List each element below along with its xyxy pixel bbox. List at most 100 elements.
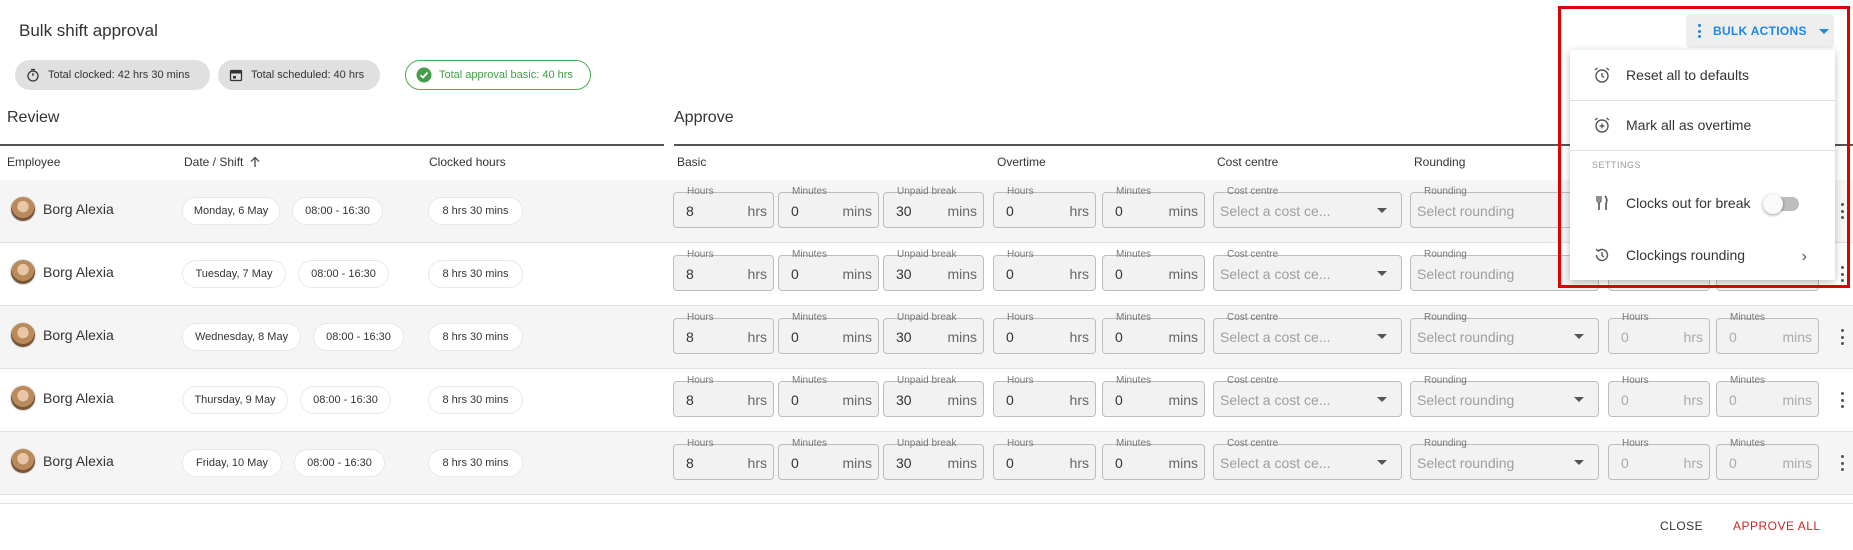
field-label: Minutes bbox=[792, 249, 828, 260]
row-more-icon[interactable] bbox=[1840, 329, 1844, 345]
field-unit: hrs bbox=[1069, 203, 1089, 219]
col-basic: Basic bbox=[677, 155, 707, 169]
field-label: Hours bbox=[687, 186, 714, 197]
field-value: 0 bbox=[791, 455, 799, 471]
field-label: Minutes bbox=[1730, 375, 1766, 386]
overtime-minutes-field[interactable]: Minutes 0 mins bbox=[1102, 375, 1205, 417]
field-unit: mins bbox=[1782, 455, 1812, 471]
rounding-minutes-field[interactable]: Minutes 0 mins bbox=[1716, 375, 1819, 417]
select-placeholder: Select a cost ce... bbox=[1220, 203, 1331, 219]
approve-all-button[interactable]: APPROVE ALL bbox=[1733, 519, 1821, 533]
cost-centre-select[interactable]: Cost centre Select a cost ce... bbox=[1213, 375, 1402, 417]
basic-minutes-field[interactable]: Minutes 0 mins bbox=[778, 249, 879, 291]
cost-centre-select[interactable]: Cost centre Select a cost ce... bbox=[1213, 186, 1402, 228]
overtime-minutes-field[interactable]: Minutes 0 mins bbox=[1102, 438, 1205, 480]
col-date-shift[interactable]: Date / Shift bbox=[184, 155, 261, 169]
alarm-add-icon bbox=[1592, 115, 1612, 135]
field-unit: mins bbox=[842, 329, 872, 345]
basic-hours-field[interactable]: Hours 8 hrs bbox=[673, 312, 774, 354]
overtime-minutes-field[interactable]: Minutes 0 mins bbox=[1102, 249, 1205, 291]
rounding-hours-field[interactable]: Hours 0 hrs bbox=[1608, 438, 1710, 480]
unpaid-break-field[interactable]: Unpaid break 30 mins bbox=[883, 312, 984, 354]
col-employee: Employee bbox=[7, 155, 61, 169]
field-label: Cost centre bbox=[1227, 438, 1279, 449]
clocks-out-toggle[interactable] bbox=[1763, 194, 1799, 214]
menu-item-clockings-rounding[interactable]: Clockings rounding › bbox=[1570, 230, 1835, 280]
bulk-actions-button[interactable]: BULK ACTIONS bbox=[1686, 14, 1834, 48]
basic-hours-field[interactable]: Hours 8 hrs bbox=[673, 249, 774, 291]
overtime-hours-field[interactable]: Hours 0 hrs bbox=[993, 312, 1096, 354]
rounding-select[interactable]: Rounding Select rounding bbox=[1410, 312, 1599, 354]
cost-centre-select[interactable]: Cost centre Select a cost ce... bbox=[1213, 249, 1402, 291]
field-label: Hours bbox=[1622, 312, 1649, 323]
menu-item-clocks-out-label: Clocks out for break bbox=[1626, 195, 1751, 211]
close-button[interactable]: CLOSE bbox=[1660, 519, 1703, 533]
field-value: 0 bbox=[1729, 329, 1737, 345]
date-pill: Thursday, 9 May bbox=[182, 386, 288, 414]
field-unit: mins bbox=[1168, 329, 1198, 345]
row-more-icon[interactable] bbox=[1840, 266, 1844, 282]
field-value: 0 bbox=[1621, 392, 1629, 408]
field-value: 0 bbox=[1006, 392, 1014, 408]
field-value: 0 bbox=[1729, 455, 1737, 471]
basic-hours-field[interactable]: Hours 8 hrs bbox=[673, 438, 774, 480]
field-unit: mins bbox=[842, 455, 872, 471]
field-label: Minutes bbox=[1730, 312, 1766, 323]
rounding-minutes-field[interactable]: Minutes 0 mins bbox=[1716, 312, 1819, 354]
rounding-hours-field[interactable]: Hours 0 hrs bbox=[1608, 375, 1710, 417]
restaurant-icon bbox=[1592, 193, 1612, 213]
stopwatch-icon bbox=[25, 67, 41, 83]
overtime-minutes-field[interactable]: Minutes 0 mins bbox=[1102, 186, 1205, 228]
menu-item-reset-defaults[interactable]: Reset all to defaults bbox=[1570, 50, 1835, 100]
row-more-icon[interactable] bbox=[1840, 455, 1844, 471]
employee-cell: Borg Alexia bbox=[10, 196, 114, 222]
field-value: 0 bbox=[1115, 203, 1123, 219]
field-label: Cost centre bbox=[1227, 312, 1279, 323]
row-more-icon[interactable] bbox=[1840, 203, 1844, 219]
basic-hours-field[interactable]: Hours 8 hrs bbox=[673, 375, 774, 417]
field-label: Hours bbox=[1007, 186, 1034, 197]
cost-centre-select[interactable]: Cost centre Select a cost ce... bbox=[1213, 438, 1402, 480]
field-value: 0 bbox=[1621, 329, 1629, 345]
overtime-hours-field[interactable]: Hours 0 hrs bbox=[993, 438, 1096, 480]
rounding-minutes-field[interactable]: Minutes 0 mins bbox=[1716, 438, 1819, 480]
select-placeholder: Select rounding bbox=[1417, 455, 1515, 471]
overtime-hours-field[interactable]: Hours 0 hrs bbox=[993, 249, 1096, 291]
date-pill: Wednesday, 8 May bbox=[182, 323, 301, 351]
basic-minutes-field[interactable]: Minutes 0 mins bbox=[778, 438, 879, 480]
cost-centre-select[interactable]: Cost centre Select a cost ce... bbox=[1213, 312, 1402, 354]
unpaid-break-field[interactable]: Unpaid break 30 mins bbox=[883, 249, 984, 291]
check-circle-icon bbox=[416, 67, 432, 83]
col-rounding: Rounding bbox=[1414, 155, 1466, 169]
review-heading: Review bbox=[7, 109, 60, 126]
caret-down-icon bbox=[1574, 334, 1584, 339]
select-placeholder: Select rounding bbox=[1417, 392, 1515, 408]
menu-item-mark-overtime[interactable]: Mark all as overtime bbox=[1570, 100, 1835, 150]
field-label: Cost centre bbox=[1227, 375, 1279, 386]
row-more-icon[interactable] bbox=[1840, 392, 1844, 408]
field-label: Unpaid break bbox=[897, 375, 957, 386]
clocked-hours-pill: 8 hrs 30 mins bbox=[428, 260, 523, 288]
rounding-select[interactable]: Rounding Select rounding bbox=[1410, 375, 1599, 417]
basic-minutes-field[interactable]: Minutes 0 mins bbox=[778, 186, 879, 228]
overtime-minutes-field[interactable]: Minutes 0 mins bbox=[1102, 312, 1205, 354]
table-row: Borg Alexia Wednesday, 8 May 08:00 - 16:… bbox=[0, 306, 1853, 369]
rounding-select[interactable]: Rounding Select rounding bbox=[1410, 438, 1599, 480]
menu-item-clocks-out-break[interactable]: Clocks out for break bbox=[1570, 178, 1835, 228]
avatar bbox=[10, 259, 36, 285]
unpaid-break-field[interactable]: Unpaid break 30 mins bbox=[883, 186, 984, 228]
unpaid-break-field[interactable]: Unpaid break 30 mins bbox=[883, 438, 984, 480]
employee-name: Borg Alexia bbox=[43, 201, 114, 217]
basic-minutes-field[interactable]: Minutes 0 mins bbox=[778, 375, 879, 417]
employee-name: Borg Alexia bbox=[43, 453, 114, 469]
field-label: Minutes bbox=[1116, 438, 1152, 449]
basic-minutes-field[interactable]: Minutes 0 mins bbox=[778, 312, 879, 354]
overtime-hours-field[interactable]: Hours 0 hrs bbox=[993, 375, 1096, 417]
field-value: 0 bbox=[1115, 455, 1123, 471]
basic-hours-field[interactable]: Hours 8 hrs bbox=[673, 186, 774, 228]
select-placeholder: Select rounding bbox=[1417, 203, 1515, 219]
rounding-hours-field[interactable]: Hours 0 hrs bbox=[1608, 312, 1710, 354]
overtime-hours-field[interactable]: Hours 0 hrs bbox=[993, 186, 1096, 228]
sort-arrow-up-icon[interactable] bbox=[249, 156, 261, 168]
unpaid-break-field[interactable]: Unpaid break 30 mins bbox=[883, 375, 984, 417]
